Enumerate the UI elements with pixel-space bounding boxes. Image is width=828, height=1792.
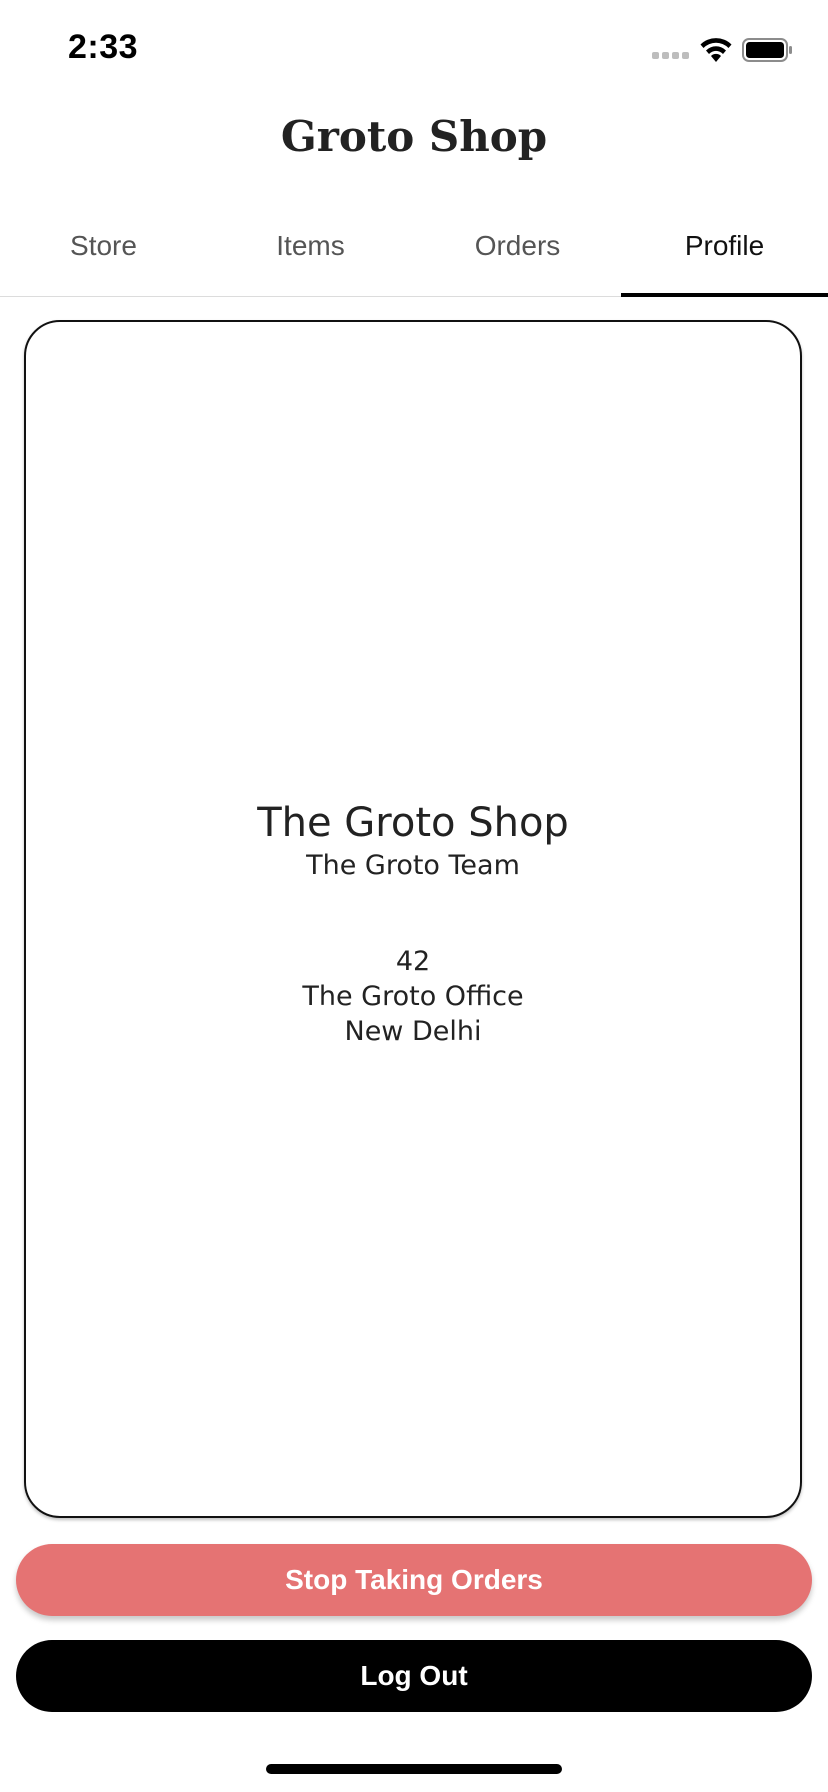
- wifi-icon: [700, 38, 732, 62]
- tab-orders[interactable]: Orders: [414, 210, 621, 296]
- address-line-2: The Groto Office: [302, 981, 524, 1012]
- shop-address: 42 The Groto Office New Delhi: [26, 944, 800, 1049]
- address-line-1: 42: [395, 946, 431, 977]
- shop-name: The Groto Shop: [257, 800, 569, 846]
- tab-profile[interactable]: Profile: [621, 210, 828, 297]
- cellular-signal-icon: [652, 52, 690, 62]
- status-time: 2:33: [68, 28, 139, 66]
- address-line-3: New Delhi: [344, 1016, 482, 1047]
- team-name: The Groto Team: [306, 850, 520, 881]
- stop-taking-orders-button[interactable]: Stop Taking Orders: [16, 1544, 812, 1616]
- profile-card: The Groto Shop The Groto Team 42 The Gro…: [24, 320, 802, 1518]
- tab-bar: Store Items Orders Profile: [0, 210, 828, 297]
- home-indicator[interactable]: [266, 1764, 562, 1774]
- battery-icon: [742, 38, 792, 62]
- status-bar: 2:33: [0, 0, 828, 100]
- log-out-button[interactable]: Log Out: [16, 1640, 812, 1712]
- tab-items[interactable]: Items: [207, 210, 414, 296]
- app-title: Groto Shop: [280, 112, 548, 161]
- tab-store[interactable]: Store: [0, 210, 207, 296]
